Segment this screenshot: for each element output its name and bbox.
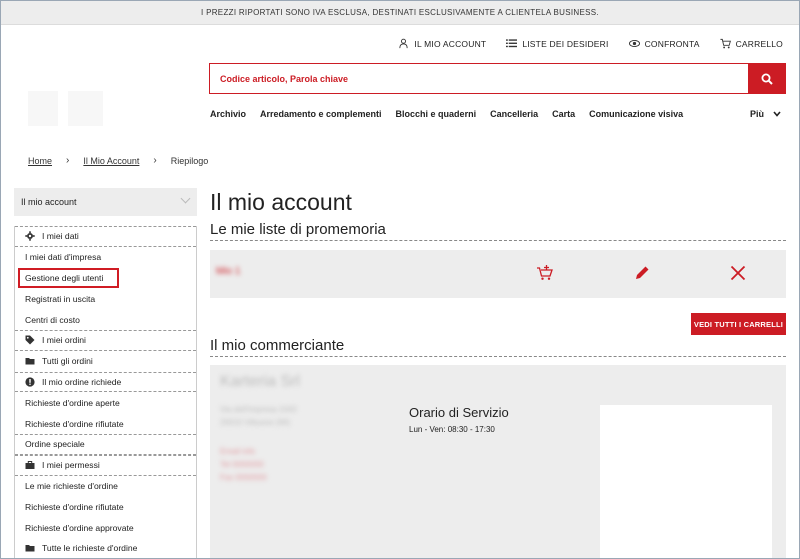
cart-label: CARRELLO: [735, 38, 783, 49]
address-line: Via dell'Impresa 1043: [220, 405, 297, 414]
cart-link[interactable]: CARRELLO: [720, 38, 783, 49]
sidebar-item-label: Richieste d'ordine rifiutate: [25, 418, 124, 429]
service-hours-value: Lun - Ven: 08:30 - 17:30: [409, 425, 495, 434]
dealer-name: Karteria Srl: [220, 373, 301, 390]
my-dealer-heading: Il mio commerciante: [210, 337, 786, 357]
sidebar-item-all-orders[interactable]: Tutti gli ordini: [15, 351, 196, 372]
sidebar-menu: I miei dati I miei dati d'impresa Gestio…: [14, 226, 197, 558]
page-title: Il mio account: [210, 189, 352, 215]
sidebar-item-label: Tutte le richieste d'ordine: [42, 543, 138, 554]
dealer-card: Karteria Srl Via dell'Impresa 1043 20010…: [210, 365, 786, 558]
sidebar-item-label: Registrati in uscita: [25, 293, 96, 304]
sidebar-item-user-management[interactable]: Gestione degli utenti: [15, 268, 196, 289]
dealer-address: Via dell'Impresa 1043 20010 Vittuone (MI…: [220, 403, 297, 429]
reminder-lists-heading: Le mie liste di promemoria: [210, 221, 786, 241]
sidebar-item-label: I miei ordini: [42, 335, 86, 346]
sidebar-item-label: Richieste d'ordine aperte: [25, 397, 120, 408]
cat-cancelleria[interactable]: Cancelleria: [490, 109, 538, 119]
edit-pencil-icon[interactable]: [633, 264, 651, 282]
view-all-carts-button[interactable]: VEDI TUTTI I CARRELLI: [691, 313, 786, 335]
breadcrumb-current: Riepilogo: [170, 155, 209, 166]
sidebar-item-label: I miei permessi: [42, 460, 100, 471]
dealer-contacts: Email info Tel 0000000 Fax 0000000: [220, 445, 267, 484]
sidebar-item-open-requests[interactable]: Richieste d'ordine aperte: [15, 392, 196, 413]
sidebar-header-label: Il mio account: [21, 197, 77, 207]
sidebar-item-cost-centers[interactable]: Centri di costo: [15, 309, 196, 330]
sidebar-item-rejected-requests[interactable]: Richieste d'ordine rifiutate: [15, 413, 196, 434]
cat-blocchi[interactable]: Blocchi e quaderni: [396, 109, 477, 119]
cat-arredamento[interactable]: Arredamento e complementi: [260, 109, 382, 119]
contact-line[interactable]: Email info: [220, 445, 267, 458]
reminder-list-row: Mio 1: [210, 250, 786, 298]
sidebar-item-company-data[interactable]: I miei dati d'impresa: [15, 247, 196, 268]
sidebar-section-my-permissions[interactable]: I miei permessi: [15, 454, 196, 476]
vat-notice-bar: I PREZZI RIPORTATI SONO IVA ESCLUSA, DES…: [1, 1, 799, 25]
compare-link[interactable]: CONFRONTA: [628, 38, 700, 49]
compare-icon: [628, 40, 640, 47]
list-name-link[interactable]: Mio 1: [216, 266, 240, 277]
add-to-cart-icon[interactable]: [536, 264, 554, 282]
contact-line[interactable]: Tel 0000000: [220, 458, 267, 471]
my-account-link[interactable]: IL MIO ACCOUNT: [398, 38, 486, 49]
sidebar-item-label: Centri di costo: [25, 314, 80, 325]
breadcrumb-account[interactable]: Il Mio Account: [83, 156, 139, 166]
service-hours-title: Orario di Servizio: [409, 405, 509, 420]
more-categories-button[interactable]: Più: [750, 109, 781, 119]
user-icon: [399, 38, 409, 49]
sidebar-item-my-requests[interactable]: Le mie richieste d'ordine: [15, 476, 196, 497]
cat-carta[interactable]: Carta: [552, 109, 575, 119]
sidebar-item-sign-out[interactable]: Registrati in uscita: [15, 288, 196, 309]
compare-label: CONFRONTA: [644, 38, 700, 49]
cat-archivio[interactable]: Archivio: [210, 109, 246, 119]
sidebar-item-label: I miei dati: [42, 231, 79, 242]
sidebar-item-label: Richieste d'ordine approvate: [25, 522, 134, 533]
briefcase-icon: [25, 461, 35, 470]
chevron-down-icon: [773, 111, 781, 117]
cat-comunicazione[interactable]: Comunicazione visiva: [589, 109, 683, 119]
breadcrumb-separator: ›: [66, 155, 70, 166]
search-input[interactable]: [210, 64, 748, 93]
sidebar-section-my-orders[interactable]: I miei ordini: [15, 329, 196, 351]
more-label: Più: [749, 109, 764, 119]
delete-x-icon[interactable]: [729, 264, 747, 282]
sidebar-section-order-requests[interactable]: Il mio ordine richiede: [15, 371, 196, 393]
sidebar-item-label: Le mie richieste d'ordine: [25, 480, 118, 491]
folder-icon: [25, 545, 35, 552]
sidebar-item-special-order[interactable]: Ordine speciale: [15, 433, 196, 455]
search-bar: [209, 63, 786, 94]
dealer-map[interactable]: [600, 405, 772, 558]
my-account-label: IL MIO ACCOUNT: [414, 38, 487, 49]
sidebar-item-label: Richieste d'ordine rifiutate: [25, 501, 124, 512]
utility-nav: IL MIO ACCOUNT LISTE DEI DESIDERI CONFRO…: [398, 38, 783, 49]
brand-logo[interactable]: [23, 81, 113, 136]
sidebar-item-permission-rejected[interactable]: Richieste d'ordine rifiutate: [15, 496, 196, 517]
exclamation-icon: [25, 377, 35, 387]
wishlist-label: LISTE DEI DESIDERI: [522, 38, 609, 49]
sidebar-item-label: Gestione degli utenti: [25, 272, 104, 283]
sidebar-section-my-data[interactable]: I miei dati: [15, 226, 196, 247]
sidebar-item-approved-requests[interactable]: Richieste d'ordine approvate: [15, 517, 196, 538]
cart-icon: [720, 38, 731, 49]
list-icon: [506, 39, 518, 48]
address-line: 20010 Vittuone (MI): [220, 418, 291, 427]
sidebar-account-toggle[interactable]: Il mio account: [14, 188, 197, 216]
search-button[interactable]: [748, 64, 785, 93]
breadcrumb-separator: ›: [153, 155, 157, 166]
contact-line: Fax 0000000: [220, 473, 267, 482]
sidebar-item-all-requests[interactable]: Tutte le richieste d'ordine: [15, 538, 196, 558]
category-nav: Archivio Arredamento e complementi Blocc…: [210, 109, 683, 119]
folder-icon: [25, 358, 35, 365]
breadcrumb-home[interactable]: Home: [28, 156, 52, 166]
sidebar-item-label: I miei dati d'impresa: [25, 252, 102, 263]
sidebar-item-label: Il mio ordine richiede: [42, 376, 122, 387]
gear-icon: [25, 231, 35, 242]
sidebar-item-label: Ordine speciale: [25, 439, 85, 450]
tag-icon: [25, 335, 35, 345]
sidebar-item-label: Tutti gli ordini: [42, 356, 93, 367]
chevron-down-icon: [180, 193, 191, 204]
breadcrumb: Home › Il Mio Account › Riepilogo: [28, 155, 208, 166]
search-icon: [761, 73, 773, 85]
browser-frame: I PREZZI RIPORTATI SONO IVA ESCLUSA, DES…: [0, 0, 800, 559]
wishlist-link[interactable]: LISTE DEI DESIDERI: [506, 38, 608, 49]
